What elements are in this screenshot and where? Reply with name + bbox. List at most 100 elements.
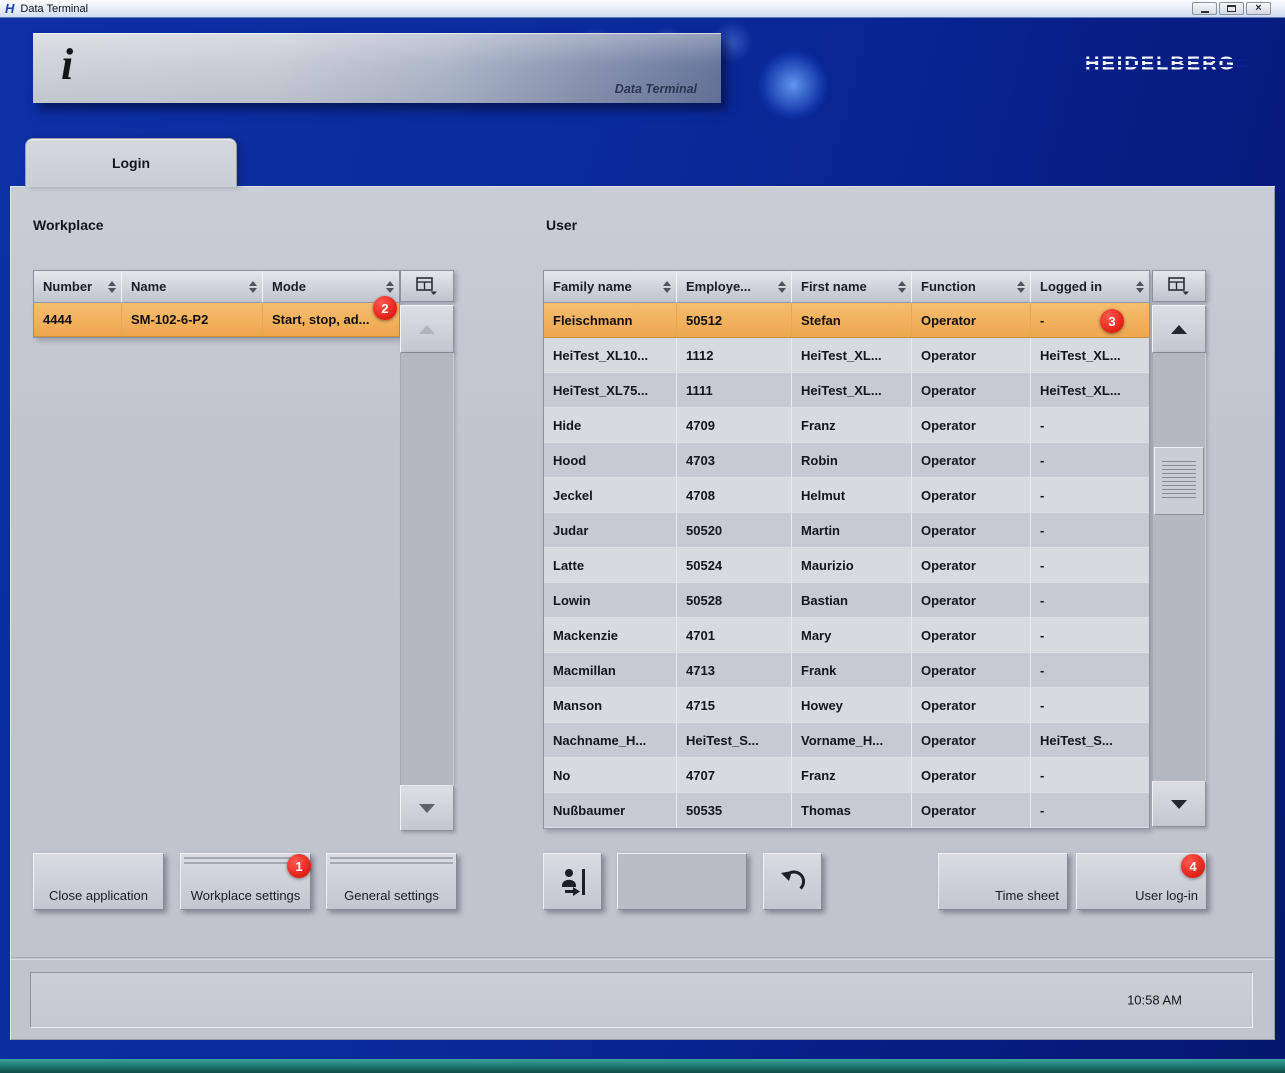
table-cell: Operator — [912, 513, 1031, 548]
table-cell: - — [1031, 688, 1149, 723]
workplace-scroll-up-button[interactable] — [400, 305, 454, 353]
user-scrollbar-thumb[interactable] — [1154, 447, 1204, 515]
table-row[interactable]: HeiTest_XL75...1111HeiTest_XL...Operator… — [544, 373, 1149, 408]
table-row[interactable]: Nachname_H...HeiTest_S...Vorname_H...Ope… — [544, 723, 1149, 758]
maximize-button[interactable] — [1219, 2, 1244, 15]
workplace-column-chooser-button[interactable] — [400, 270, 454, 302]
table-row[interactable]: Hide4709FranzOperator- — [544, 408, 1149, 443]
tab-label: Login — [112, 155, 150, 171]
table-cell: Franz — [792, 758, 912, 793]
table-row[interactable]: Lowin50528BastianOperator- — [544, 583, 1149, 618]
general-settings-button[interactable]: General settings — [326, 853, 457, 910]
table-row[interactable]: Hood4703RobinOperator- — [544, 443, 1149, 478]
table-cell: 50528 — [677, 583, 792, 618]
user-scroll-up-button[interactable] — [1152, 305, 1206, 353]
thumb-grip-icon — [1162, 461, 1197, 501]
table-row[interactable]: Judar50520MartinOperator- — [544, 513, 1149, 548]
table-cell: Helmut — [792, 478, 912, 513]
table-cell: - — [1031, 478, 1149, 513]
status-bar: 10:58 AM — [30, 972, 1253, 1028]
column-header[interactable]: Function — [912, 271, 1031, 303]
table-row[interactable]: Latte50524MaurizioOperator- — [544, 548, 1149, 583]
user-scroll-down-button[interactable] — [1152, 781, 1206, 827]
window-title-bar: H Data Terminal × — [0, 0, 1285, 18]
column-header-label: First name — [801, 279, 867, 294]
user-login-icon-button[interactable] — [543, 853, 602, 910]
table-row-selected[interactable]: 4444SM-102-6-P2Start, stop, ad... — [34, 303, 399, 337]
table-cell: 4703 — [677, 443, 792, 478]
info-banner: i Data Terminal — [33, 33, 721, 103]
table-cell: Robin — [792, 443, 912, 478]
table-cell: 4707 — [677, 758, 792, 793]
column-header-label: Employe... — [686, 279, 751, 294]
column-header[interactable]: Number — [34, 271, 122, 303]
user-scrollbar-track[interactable] — [1152, 353, 1206, 781]
button-label: Workplace settings — [181, 888, 310, 903]
table-row[interactable]: Mackenzie4701MaryOperator- — [544, 618, 1149, 653]
workplace-table-scrollbar — [400, 270, 454, 831]
sort-arrows-icon — [1017, 281, 1025, 293]
tab-login[interactable]: Login — [25, 138, 237, 187]
table-row[interactable]: Manson4715HoweyOperator- — [544, 688, 1149, 723]
workplace-table-body: 4444SM-102-6-P2Start, stop, ad... — [34, 303, 399, 337]
table-cell: Jeckel — [544, 478, 677, 513]
table-cell: Thomas — [792, 793, 912, 828]
minimize-icon — [1201, 11, 1209, 13]
column-header[interactable]: First name — [792, 271, 912, 303]
table-cell: Operator — [912, 793, 1031, 828]
column-chooser-icon — [416, 277, 438, 295]
annotation-badge-4: 4 — [1181, 854, 1205, 878]
column-header[interactable]: Family name — [544, 271, 677, 303]
table-cell: HeiTest_XL75... — [544, 373, 677, 408]
annotation-badge-3: 3 — [1100, 309, 1124, 333]
info-symbol: i — [61, 39, 73, 90]
banner-title: Data Terminal — [615, 82, 697, 96]
table-cell: - — [1031, 653, 1149, 688]
workplace-scroll-down-button[interactable] — [400, 785, 454, 831]
sort-arrows-icon — [249, 281, 257, 293]
column-header-label: Logged in — [1040, 279, 1102, 294]
arrow-down-icon — [419, 804, 435, 813]
arrow-down-icon — [1171, 800, 1187, 809]
table-row[interactable]: Jeckel4708HelmutOperator- — [544, 478, 1149, 513]
button-label: General settings — [327, 888, 456, 903]
table-cell: Maurizio — [792, 548, 912, 583]
table-cell: HeiTest_S... — [1031, 723, 1149, 758]
clock-time: 10:58 AM — [1127, 993, 1182, 1008]
user-table-scrollbar — [1152, 270, 1206, 827]
close-application-button[interactable]: Close application — [33, 853, 164, 910]
table-cell: HeiTest_XL... — [1031, 373, 1149, 408]
table-row[interactable]: Nußbaumer50535ThomasOperator- — [544, 793, 1149, 828]
table-row-selected[interactable]: Fleischmann50512StefanOperator- — [544, 303, 1149, 338]
workplace-scrollbar-track[interactable] — [400, 353, 454, 785]
time-sheet-button[interactable]: Time sheet — [938, 853, 1068, 910]
undo-button[interactable] — [763, 853, 822, 910]
arrow-up-icon — [419, 325, 435, 334]
table-cell: Bastian — [792, 583, 912, 618]
annotation-badge-1: 1 — [287, 854, 311, 878]
table-row[interactable]: No4707FranzOperator- — [544, 758, 1149, 793]
table-cell: Operator — [912, 338, 1031, 373]
table-cell: Operator — [912, 653, 1031, 688]
close-window-button[interactable]: × — [1246, 2, 1271, 15]
table-cell: Lowin — [544, 583, 677, 618]
table-cell: Operator — [912, 478, 1031, 513]
empty-button[interactable] — [617, 853, 747, 910]
workplace-table-header: NumberNameMode — [34, 271, 399, 303]
column-header-label: Name — [131, 279, 166, 294]
table-row[interactable]: HeiTest_XL10...1112HeiTest_XL...Operator… — [544, 338, 1149, 373]
table-cell: Howey — [792, 688, 912, 723]
column-header[interactable]: Name — [122, 271, 263, 303]
table-row[interactable]: Macmillan4713FrankOperator- — [544, 653, 1149, 688]
column-header-label: Function — [921, 279, 976, 294]
workplace-table: NumberNameMode 4444SM-102-6-P2Start, sto… — [33, 270, 400, 338]
table-cell: 4701 — [677, 618, 792, 653]
column-header[interactable]: Logged in — [1031, 271, 1149, 303]
table-cell: Latte — [544, 548, 677, 583]
column-header[interactable]: Employe... — [677, 271, 792, 303]
minimize-button[interactable] — [1192, 2, 1217, 15]
table-cell: - — [1031, 408, 1149, 443]
user-column-chooser-button[interactable] — [1152, 270, 1206, 302]
table-cell: HeiTest_XL... — [792, 373, 912, 408]
column-header-label: Number — [43, 279, 92, 294]
